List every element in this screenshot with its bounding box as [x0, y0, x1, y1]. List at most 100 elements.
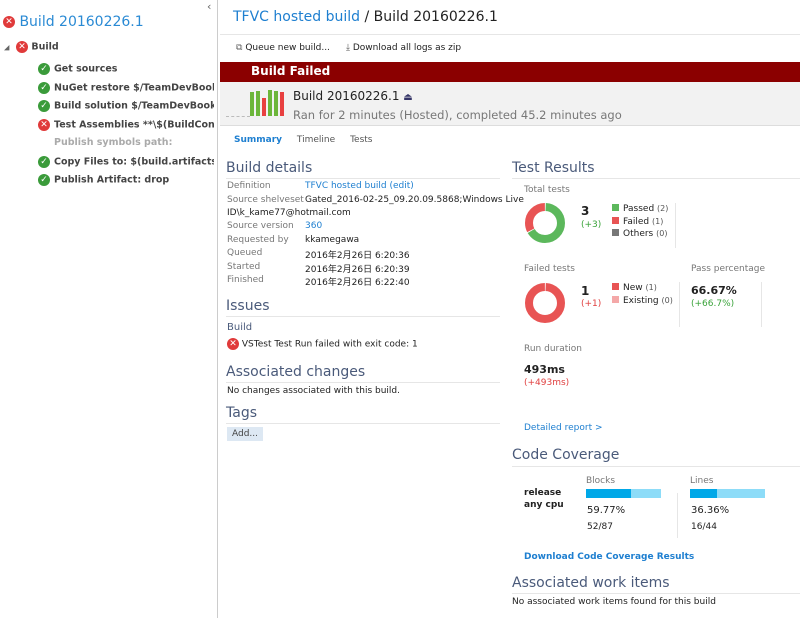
build-run-summary: Ran for 2 minutes (Hosted), completed 45…	[293, 108, 622, 122]
detail-label: Definition	[227, 181, 271, 191]
legend-swatch	[612, 204, 619, 211]
tab-tests[interactable]: Tests	[350, 135, 372, 145]
sidebar-build-title[interactable]: ✕ Build 20160226.1	[3, 14, 144, 30]
definition-link[interactable]: TFVC hosted build	[233, 9, 360, 25]
build-step[interactable]: ✓ Publish Artifact: drop	[38, 174, 214, 186]
detail-label: Started	[227, 261, 261, 272]
page-title: Build 20160226.1	[373, 9, 498, 25]
code-coverage-heading: Code Coverage	[512, 447, 620, 463]
detail-value: Gated_2016-02-25_09.20.09.5868;Windows L…	[305, 194, 524, 205]
success-icon: ✓	[38, 81, 50, 94]
breadcrumb: TFVC hosted build / Build 20160226.1	[233, 9, 498, 25]
tags-heading: Tags	[226, 405, 257, 421]
blocks-percentage: 59.77%	[587, 505, 626, 516]
work-items-heading: Associated work items	[512, 575, 670, 591]
history-bar	[250, 92, 254, 116]
build-step-label: Build solution $/TeamDevBook/Bo...	[54, 100, 214, 112]
total-tests-donut[interactable]	[524, 202, 566, 244]
blocks-label: Blocks	[586, 476, 616, 486]
build-step-label: Get sources	[54, 63, 118, 75]
legend-swatch	[612, 295, 619, 303]
success-icon: ✓	[38, 63, 50, 75]
history-bar	[262, 98, 266, 116]
issue-group: Build	[227, 322, 253, 333]
detail-label: Queued	[227, 248, 263, 258]
success-icon: ✓	[38, 155, 50, 168]
build-step[interactable]: ✓ Get sources	[38, 63, 214, 75]
detail-value[interactable]: TFVC hosted build (edit)	[305, 181, 414, 191]
retain-icon[interactable]: ⏏	[403, 92, 412, 103]
tabs: Summary Timeline Tests	[234, 135, 372, 145]
tab-timeline[interactable]: Timeline	[297, 135, 335, 145]
legend-swatch	[612, 216, 619, 224]
coverage-config-flavor: release	[524, 488, 562, 498]
detail-label: Requested by	[227, 234, 289, 245]
lines-label: Lines	[690, 476, 714, 486]
lines-ratio: 16/44	[691, 522, 717, 532]
legend-label: Passed	[623, 204, 655, 214]
failed-icon: ✕	[16, 41, 29, 53]
success-icon: ✓	[38, 100, 50, 112]
donut-segment[interactable]	[525, 283, 565, 323]
build-step[interactable]: ✓ Build solution $/TeamDevBook/Bo...	[38, 100, 214, 112]
build-step-label: Publish Artifact: drop	[54, 174, 170, 186]
issues-heading: Issues	[226, 298, 270, 314]
total-tests-count: 3	[581, 204, 590, 218]
legend-swatch	[612, 283, 619, 290]
coverage-configuration: release any cpu	[524, 487, 564, 511]
failed-tests-delta: (+1)	[581, 299, 602, 309]
legend-item: Passed (2)	[612, 203, 668, 216]
failed-tests-donut[interactable]	[524, 282, 566, 324]
expand-icon[interactable]: ◢	[4, 44, 9, 52]
work-items-message: No associated work items found for this …	[512, 597, 716, 607]
legend-count: (1)	[652, 216, 664, 226]
build-node[interactable]: ◢ ✕ Build	[4, 41, 59, 53]
legend-item: Existing (0)	[612, 295, 673, 308]
download-logs-button[interactable]: ⤓ Download all logs as zip	[346, 43, 461, 53]
lines-percentage: 36.36%	[691, 505, 730, 516]
add-tag-button[interactable]: Add...	[227, 427, 264, 441]
download-coverage-link[interactable]: Download Code Coverage Results	[524, 552, 694, 562]
build-step-label: Copy Files to: $(build.artifactstagin...	[54, 156, 214, 167]
detailed-report-link[interactable]: Detailed report >	[524, 423, 603, 433]
test-results-heading: Test Results	[512, 160, 595, 176]
total-tests-label: Total tests	[524, 185, 570, 195]
detail-value[interactable]: 360	[305, 221, 322, 231]
history-bar	[274, 91, 278, 116]
lines-coverage-bar	[690, 489, 765, 498]
issue-item[interactable]: ✕ VSTest Test Run failed with exit code:…	[227, 338, 418, 350]
download-icon: ⤓	[346, 43, 350, 53]
queue-build-button[interactable]: ⧉ Queue new build...	[236, 43, 330, 53]
detail-value: 2016年2月26日 6:20:36	[305, 251, 410, 261]
collapse-panel-icon[interactable]: ‹	[207, 0, 211, 13]
failed-tests-label: Failed tests	[524, 264, 575, 274]
build-step[interactable]: ✓ Copy Files to: $(build.artifactstagin..…	[38, 155, 214, 168]
legend-count: (0)	[661, 295, 673, 305]
build-number: Build 20160226.1	[293, 89, 400, 103]
run-duration-label: Run duration	[524, 344, 582, 354]
tab-summary[interactable]: Summary	[234, 135, 282, 145]
pass-percentage-label: Pass percentage	[691, 264, 766, 274]
success-icon: ✓	[38, 174, 50, 186]
build-step[interactable]: ✓ NuGet restore $/TeamDevBook/Bo...	[38, 81, 214, 94]
build-status-banner: Build Failed	[220, 62, 800, 82]
run-duration-delta: (+493ms)	[524, 378, 570, 388]
failed-icon: ✕	[38, 118, 50, 131]
build-step-label: NuGet restore $/TeamDevBook/Bo...	[54, 82, 214, 93]
legend-count: (0)	[656, 229, 668, 238]
build-step[interactable]: ✕ Test Assemblies **\$(BuildConfigur...	[38, 118, 214, 131]
legend-item: Others (0)	[612, 228, 668, 241]
legend-label: Others	[623, 229, 654, 239]
legend-count: (1)	[645, 283, 657, 292]
total-tests-delta: (+3)	[581, 220, 602, 230]
blocks-ratio: 52/87	[587, 522, 613, 532]
history-bar	[256, 91, 260, 116]
legend-item: Failed (1)	[612, 216, 668, 229]
queue-icon: ⧉	[236, 43, 243, 53]
legend-swatch	[612, 229, 619, 236]
build-summary-header: Build 20160226.1 ⏏ Ran for 2 minutes (Ho…	[220, 82, 800, 126]
failed-icon: ✕	[3, 16, 15, 28]
build-step-label: Publish symbols path:	[54, 137, 173, 148]
build-history-chart[interactable]	[250, 88, 284, 116]
build-step[interactable]: Publish symbols path:	[38, 137, 214, 148]
